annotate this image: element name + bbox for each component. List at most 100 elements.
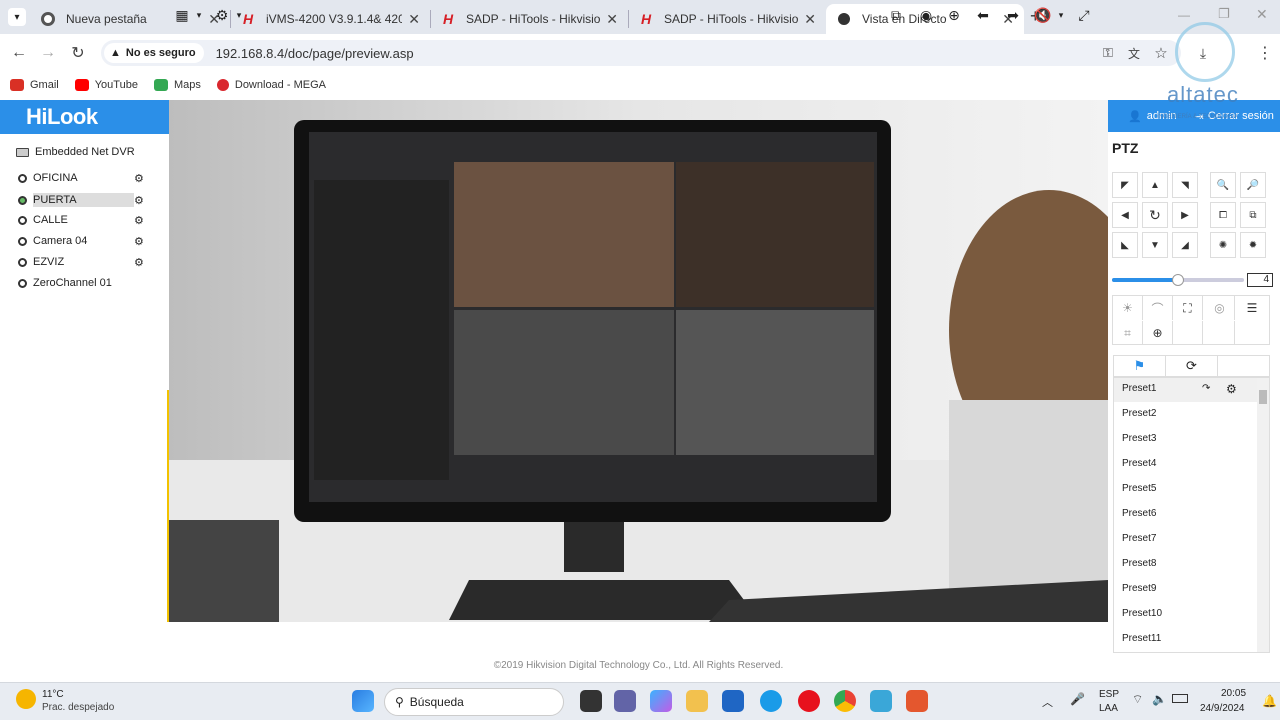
fullscreen-icon[interactable]: ⤢ xyxy=(1073,4,1095,26)
file-explorer-icon[interactable] xyxy=(686,690,708,712)
preset-item[interactable]: Preset11 xyxy=(1122,633,1161,644)
close-icon[interactable]: ✕ xyxy=(804,11,816,28)
task-view-icon[interactable] xyxy=(580,690,602,712)
preset-item[interactable]: Preset9 xyxy=(1122,583,1156,594)
preset-item[interactable]: Preset2 xyxy=(1122,408,1156,419)
ptz-auto-button[interactable]: ↻ xyxy=(1142,202,1168,228)
notepad-icon[interactable] xyxy=(870,690,892,712)
tab-pattern[interactable] xyxy=(1218,356,1269,376)
menu-icon[interactable]: ⋮ xyxy=(1254,42,1276,64)
zoom-in-button[interactable]: 🔎 xyxy=(1240,172,1266,198)
scrollbar-thumb[interactable] xyxy=(1259,390,1267,404)
capture-all-icon[interactable]: ⧉ xyxy=(885,4,907,26)
camera-item-calle[interactable]: CALLE ⚙ xyxy=(18,214,148,227)
tab-search-button[interactable]: ▾ xyxy=(8,8,26,26)
chrome-icon[interactable] xyxy=(834,690,856,712)
app-icon[interactable] xyxy=(906,690,928,712)
bookmark-youtube[interactable]: YouTube xyxy=(74,79,138,91)
chevron-up-icon[interactable]: ︿ xyxy=(1042,694,1053,710)
close-icon[interactable]: ✕ xyxy=(408,11,420,28)
chevron-down-icon[interactable]: ▾ xyxy=(188,4,210,26)
prev-page-icon[interactable]: ⬅ xyxy=(972,4,994,26)
tab-sadp-1[interactable]: H SADP - HiTools - Hikvision ✕ xyxy=(430,4,628,34)
3d-zoom-icon[interactable]: ⊕ xyxy=(1143,321,1173,345)
preset-item[interactable]: Preset3 xyxy=(1122,433,1156,444)
live-video[interactable] xyxy=(169,100,1108,622)
preset-item[interactable]: Preset8 xyxy=(1122,558,1156,569)
gear-icon[interactable]: ⚙ xyxy=(1226,382,1237,396)
bookmark-gmail[interactable]: Gmail xyxy=(10,79,59,91)
speed-slider-handle[interactable] xyxy=(1172,274,1184,286)
ptz-down-button[interactable]: ▼ xyxy=(1142,232,1168,258)
minimize-icon[interactable]: — xyxy=(1178,8,1190,22)
next-page-icon[interactable]: ➡ xyxy=(1002,4,1024,26)
ptz-icon[interactable]: ⚙ xyxy=(134,194,148,207)
ptz-down-left-button[interactable]: ◣ xyxy=(1112,232,1138,258)
ptz-left-button[interactable]: ◀ xyxy=(1112,202,1138,228)
preset-item[interactable]: Preset6 xyxy=(1122,508,1156,519)
close-icon[interactable]: ✕ xyxy=(606,11,618,28)
preset-item[interactable]: Preset4 xyxy=(1122,458,1156,469)
reload-icon[interactable]: ↻ xyxy=(67,42,89,64)
windows-start-icon[interactable] xyxy=(352,690,374,712)
edge-icon[interactable] xyxy=(760,690,782,712)
wiper-icon[interactable]: ⌒ xyxy=(1143,296,1173,320)
ptz-icon[interactable]: ⚙ xyxy=(134,235,148,248)
clock-date[interactable]: 24/9/2024 xyxy=(1200,703,1245,714)
camera-item-zerochannel[interactable]: ZeroChannel 01 xyxy=(18,277,148,289)
preset-item[interactable]: Preset7 xyxy=(1122,533,1156,544)
microphone-icon[interactable]: 🎤 xyxy=(1070,692,1085,706)
zoom-icon[interactable]: ⊕ xyxy=(943,4,965,26)
store-icon[interactable] xyxy=(722,690,744,712)
camera-item-camera-04[interactable]: Camera 04 ⚙ xyxy=(18,235,148,248)
ptz-up-left-button[interactable]: ◤ xyxy=(1112,172,1138,198)
lang-bottom[interactable]: LAA xyxy=(1099,703,1118,714)
notifications-icon[interactable]: 🔔 xyxy=(1262,694,1277,708)
tab-sadp-2[interactable]: H SADP - HiTools - Hikvision ✕ xyxy=(628,4,826,34)
focus-far-button[interactable]: ⧉ xyxy=(1240,202,1266,228)
clock-time[interactable]: 20:05 xyxy=(1221,688,1246,699)
more-icon[interactable]: ☰ xyxy=(1237,296,1267,320)
weather-icon[interactable] xyxy=(16,689,36,709)
ptz-up-button[interactable]: ▲ xyxy=(1142,172,1168,198)
call-preset-icon[interactable]: ↷ xyxy=(1202,383,1210,394)
iris-close-button[interactable]: ✹ xyxy=(1240,232,1266,258)
translate-icon[interactable]: 文 xyxy=(1123,42,1145,64)
camera-item-oficina[interactable]: OFICINA ⚙ xyxy=(18,172,148,185)
close-window-icon[interactable]: ✕ xyxy=(1256,6,1268,23)
ptz-down-right-button[interactable]: ◢ xyxy=(1172,232,1198,258)
manual-track-icon[interactable]: ⌗ xyxy=(1113,321,1143,345)
snapshot-icon[interactable]: ◉ xyxy=(915,4,937,26)
tab-preset[interactable]: ⚑ xyxy=(1114,356,1166,376)
camera-item-ezviz[interactable]: EZVIZ ⚙ xyxy=(18,256,148,269)
tab-patrol[interactable]: ⟳ xyxy=(1166,356,1218,376)
volume-icon[interactable]: 🔈 xyxy=(1152,692,1167,706)
opera-icon[interactable] xyxy=(798,690,820,712)
address-bar[interactable]: ▲ No es seguro 192.168.8.4/doc/page/prev… xyxy=(101,40,1181,66)
ptz-up-right-button[interactable]: ◥ xyxy=(1172,172,1198,198)
key-icon[interactable]: ⚿ xyxy=(1097,42,1119,64)
ptz-icon[interactable]: ⚙ xyxy=(134,214,148,227)
maximize-icon[interactable]: ❐ xyxy=(1218,6,1230,22)
bookmark-mega[interactable]: Download - MEGA xyxy=(216,79,326,91)
preset-scrollbar[interactable] xyxy=(1257,378,1269,652)
tab-ivms[interactable]: H iVMS-4200 V3.9.1.4& 4200 AC \ ✕ xyxy=(230,4,430,34)
taskbar-search[interactable]: ⚲ Búsqueda xyxy=(384,688,564,716)
back-icon[interactable]: ← xyxy=(8,42,30,64)
teams-icon[interactable] xyxy=(614,690,636,712)
battery-icon[interactable] xyxy=(1172,694,1188,703)
security-chip[interactable]: ▲ No es seguro xyxy=(104,43,204,63)
auto-focus-icon[interactable]: ⛶ xyxy=(1173,296,1203,320)
camera-item-puerta[interactable]: PUERTA ⚙ xyxy=(18,193,148,207)
forward-icon[interactable]: → xyxy=(37,42,59,64)
preset-item[interactable]: Preset1 xyxy=(1122,383,1156,394)
ptz-icon[interactable]: ⚙ xyxy=(134,256,148,269)
wifi-icon[interactable]: ⌔ xyxy=(1132,692,1143,707)
lens-init-icon[interactable]: ◎ xyxy=(1205,296,1235,320)
ptz-right-button[interactable]: ▶ xyxy=(1172,202,1198,228)
focus-near-button[interactable]: ⧠ xyxy=(1210,202,1236,228)
zoom-out-button[interactable]: 🔍 xyxy=(1210,172,1236,198)
preset-item[interactable]: Preset10 xyxy=(1122,608,1162,619)
ptz-icon[interactable]: ⚙ xyxy=(134,172,148,185)
bookmark-maps[interactable]: Maps xyxy=(153,79,201,91)
